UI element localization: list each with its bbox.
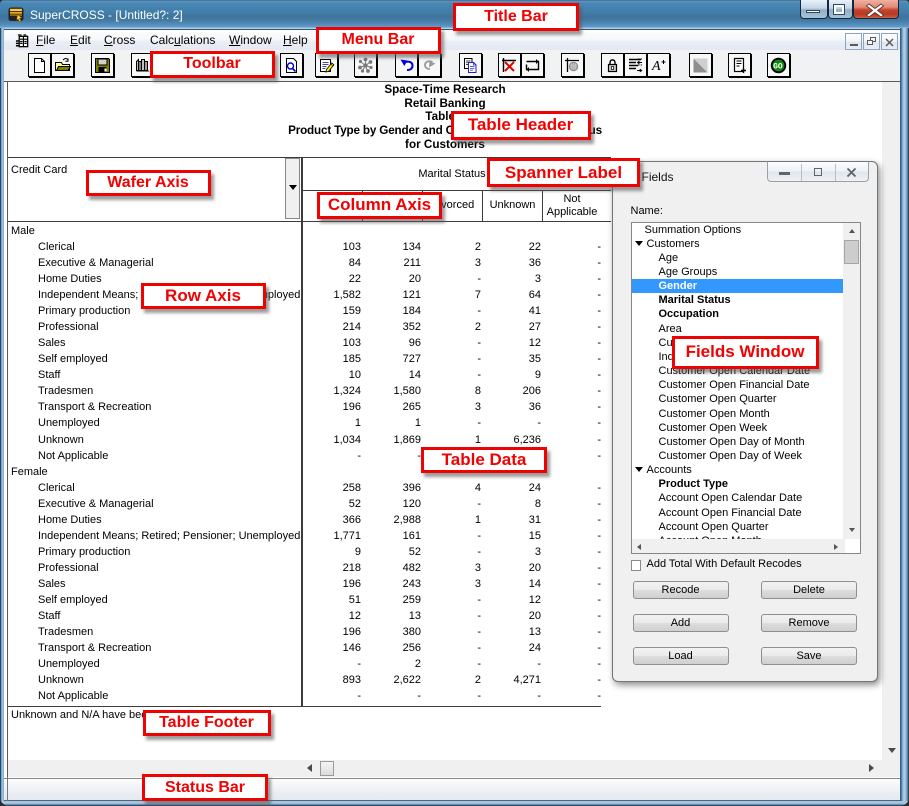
svg-text:A: A: [651, 59, 661, 74]
svg-text:GO: GO: [773, 62, 783, 71]
